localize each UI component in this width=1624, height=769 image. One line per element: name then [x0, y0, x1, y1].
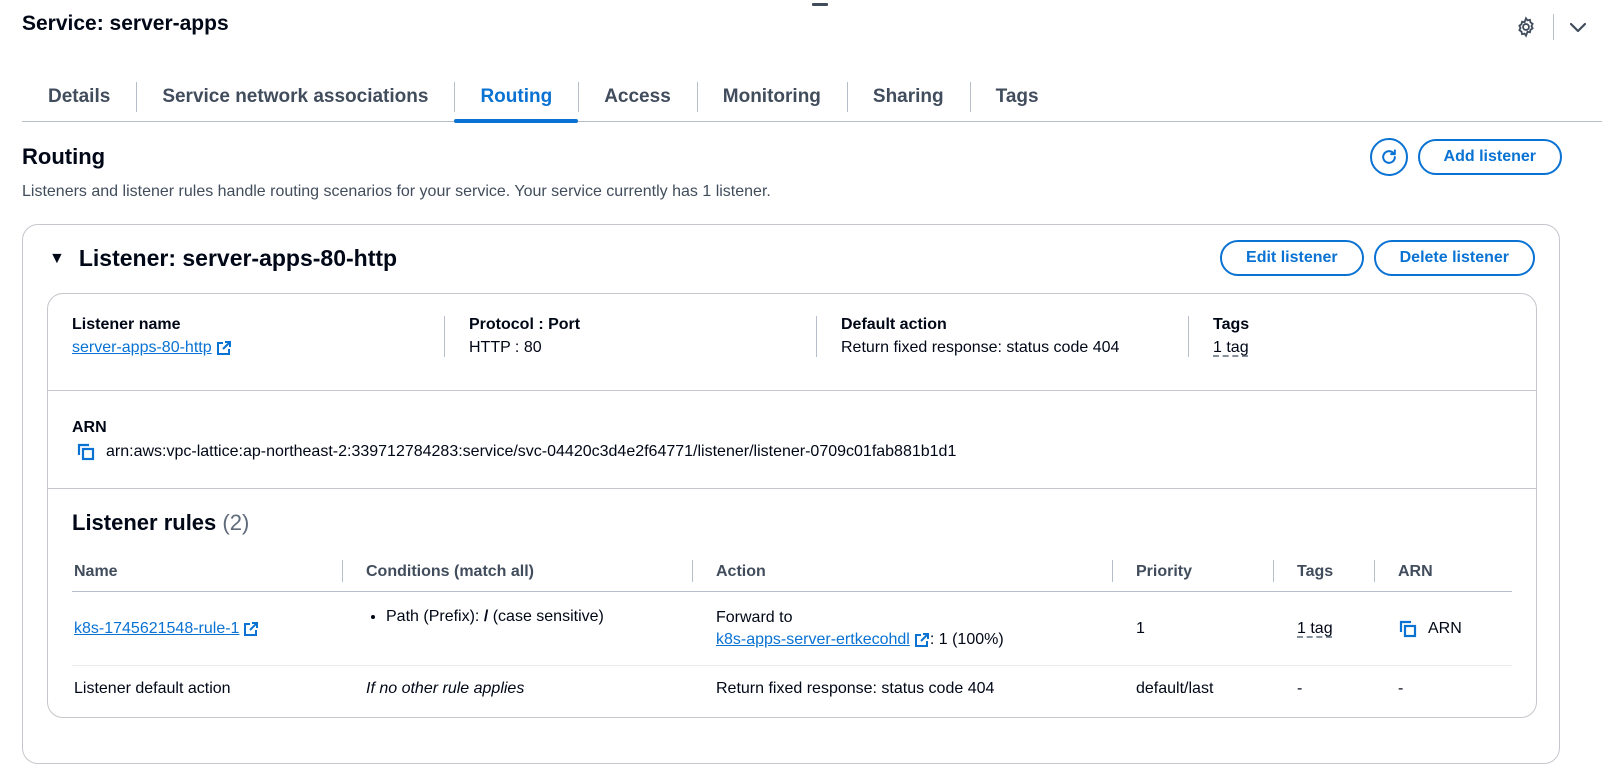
rule-arn-cell: ARN	[1374, 592, 1512, 665]
default-action-value: Return fixed response: status code 404	[841, 339, 1120, 356]
column-header-conditions[interactable]: Conditions (match all)	[342, 552, 692, 591]
default-action-label: Default action	[841, 316, 947, 333]
listener-actions: Edit listener Delete listener	[1220, 240, 1535, 276]
listener-rules-title: Listener rules	[72, 510, 217, 535]
routing-heading: Routing	[22, 144, 106, 169]
conditions-list: Path (Prefix): / (case sensitive)	[366, 608, 604, 626]
routing-description: Listeners and listener rules handle rout…	[22, 183, 771, 200]
arn-value: arn:aws:vpc-lattice:ap-northeast-2:33971…	[106, 443, 957, 460]
column-header-arn[interactable]: ARN	[1374, 552, 1512, 591]
table-header-row: Name Conditions (match all) Action Prior…	[72, 552, 1512, 592]
rule-name-cell: k8s-1745621548-rule-1	[72, 592, 342, 665]
listener-title: Listener: server-apps-80-http	[78, 245, 398, 271]
tab-details[interactable]: Details	[22, 72, 136, 122]
edit-listener-button[interactable]: Edit listener	[1220, 240, 1364, 276]
add-listener-button[interactable]: Add listener	[1417, 139, 1562, 175]
rule-tags: -	[1297, 680, 1303, 697]
rule-condition: If no other rule applies	[366, 680, 525, 697]
column-header-tags[interactable]: Tags	[1273, 552, 1374, 591]
action-target: k8s-apps-server-ertkecohdl : 1 (100%)	[716, 631, 1004, 649]
rule-action-cell: Forward to k8s-apps-server-ertkecohdl : …	[692, 592, 1112, 665]
routing-actions: Add listener	[1369, 138, 1562, 176]
arn-label: ARN	[72, 419, 107, 436]
refresh-icon	[1379, 147, 1399, 167]
column-header-name[interactable]: Name	[72, 552, 342, 591]
external-link-icon	[216, 340, 232, 356]
listener-details-panel: Listener name server-apps-80-http Protoc…	[47, 293, 1537, 718]
action-weight: : 1 (100%)	[929, 630, 1004, 648]
tab-sharing[interactable]: Sharing	[846, 72, 970, 122]
rule-name: Listener default action	[74, 680, 231, 697]
column-header-action[interactable]: Action	[692, 552, 1112, 591]
listener-name-link[interactable]: server-apps-80-http	[72, 339, 232, 357]
listener-rules-heading: Listener rules (2)	[72, 510, 249, 536]
action-forward-label: Forward to	[716, 608, 793, 626]
protocol-port-field: Protocol : Port HTTP : 80	[444, 316, 816, 357]
page-title: Service: server-apps	[22, 12, 229, 35]
gear-icon[interactable]	[1515, 16, 1537, 38]
listener-name-value: server-apps-80-http	[72, 339, 212, 356]
tab-list: Details Service network associations Rou…	[22, 72, 1602, 123]
chevron-down-icon[interactable]	[1568, 17, 1588, 37]
copy-arn-label: ARN	[1428, 619, 1462, 637]
refresh-button[interactable]	[1369, 138, 1408, 176]
copy-icon	[1398, 619, 1418, 639]
listener-name-field: Listener name server-apps-80-http	[72, 316, 444, 357]
target-group-link[interactable]: k8s-apps-server-ertkecohdl	[716, 631, 930, 649]
column-header-priority[interactable]: Priority	[1112, 552, 1273, 591]
protocol-port-label: Protocol : Port	[469, 316, 581, 333]
rule-arn: -	[1398, 680, 1404, 697]
table-row: Listener default action If no other rule…	[72, 666, 1512, 712]
rule-priority: default/last	[1136, 680, 1214, 697]
listener-name-label: Listener name	[72, 316, 181, 333]
caret-down-icon[interactable]: ▼	[49, 250, 65, 268]
divider	[48, 488, 1536, 489]
rule-tags-cell: 1 tag	[1273, 592, 1374, 665]
tags-label: Tags	[1213, 316, 1250, 333]
rule-conditions-cell: Path (Prefix): / (case sensitive)	[342, 592, 692, 665]
default-action-field: Default action Return fixed response: st…	[816, 316, 1188, 357]
tab-access[interactable]: Access	[578, 72, 697, 122]
rule-name-link[interactable]: k8s-1745621548-rule-1	[74, 620, 259, 638]
external-link-icon	[243, 621, 259, 637]
divider	[1553, 14, 1554, 40]
protocol-port-value: HTTP : 80	[469, 339, 542, 356]
delete-listener-button[interactable]: Delete listener	[1373, 240, 1535, 276]
copy-icon[interactable]	[76, 442, 96, 462]
tab-service-network-associations[interactable]: Service network associations	[136, 72, 454, 122]
divider	[48, 390, 1536, 391]
tab-routing[interactable]: Routing	[454, 72, 578, 123]
tags-popover-trigger[interactable]: 1 tag	[1213, 339, 1249, 356]
tab-tags[interactable]: Tags	[969, 72, 1065, 122]
tab-monitoring[interactable]: Monitoring	[696, 72, 847, 122]
drag-handle[interactable]	[812, 3, 828, 6]
rule-name: k8s-1745621548-rule-1	[74, 619, 240, 637]
copy-arn-button[interactable]: ARN	[1398, 619, 1462, 639]
external-link-icon	[914, 632, 930, 648]
listener-summary: Listener name server-apps-80-http Protoc…	[72, 316, 1560, 357]
listener-header[interactable]: ▼ Listener: server-apps-80-http	[49, 245, 397, 272]
listener-rules-count: (2)	[222, 510, 250, 535]
listener-container: ▼ Listener: server-apps-80-http Edit lis…	[22, 224, 1560, 764]
rule-action: Return fixed response: status code 404	[716, 680, 995, 697]
listener-rules-table: Name Conditions (match all) Action Prior…	[72, 552, 1512, 712]
table-row: k8s-1745621548-rule-1 Path (Prefix): / (…	[72, 592, 1512, 666]
rule-priority: 1	[1136, 619, 1145, 637]
condition-item: Path (Prefix): / (case sensitive)	[386, 608, 604, 626]
rule-tags-popover-trigger[interactable]: 1 tag	[1297, 620, 1333, 638]
tags-field: Tags 1 tag	[1188, 316, 1560, 357]
top-actions	[1515, 12, 1588, 42]
arn-field: arn:aws:vpc-lattice:ap-northeast-2:33971…	[76, 442, 956, 462]
